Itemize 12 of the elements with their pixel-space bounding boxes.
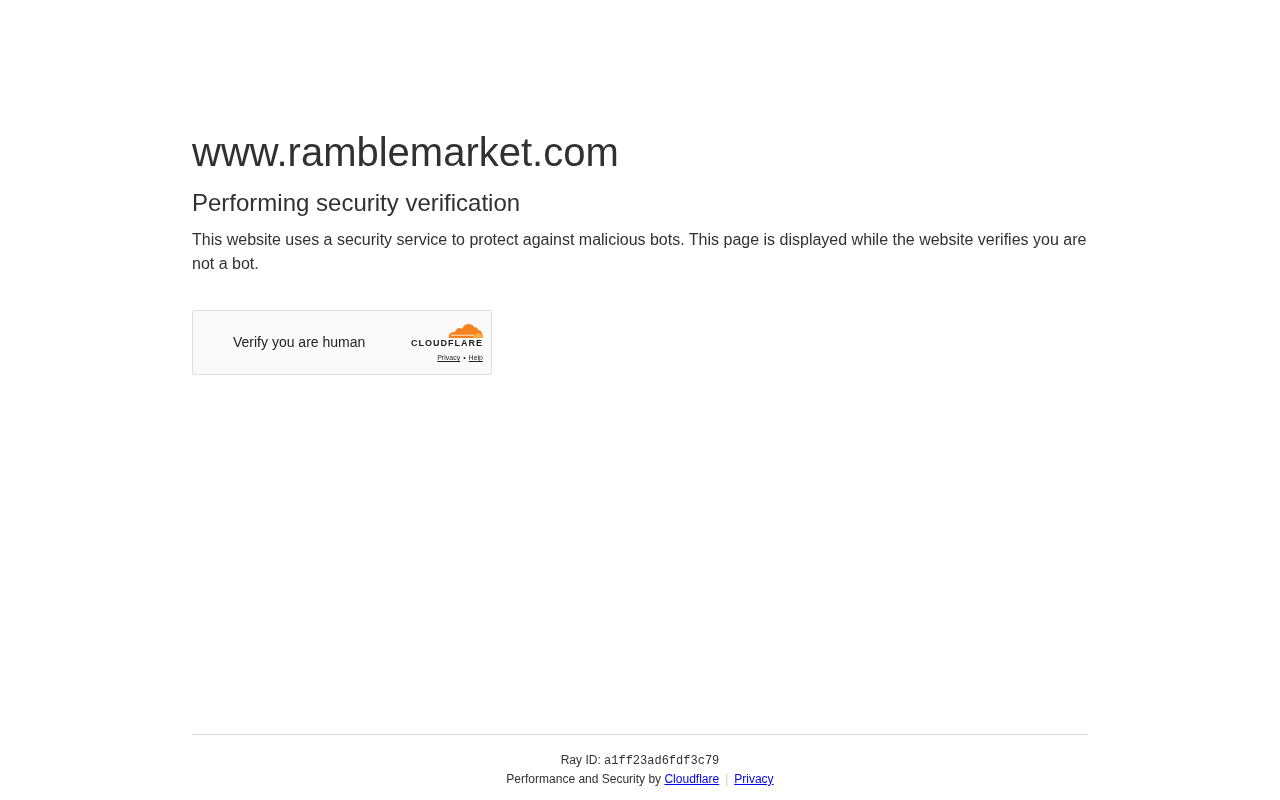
footer-link[interactable]: Privacy — [734, 772, 774, 786]
attribution-text: Performance and Security by — [506, 772, 662, 786]
site-title: www.ramblemarket.com — [192, 129, 620, 176]
footer-link[interactable]: Cloudflare — [664, 772, 720, 786]
footer-separator: | — [725, 772, 729, 786]
description-text: This website uses a security service to protect against malicious bots. This page is displayed while the website verifies you are not a bot. — [192, 230, 1088, 274]
cloud-icon — [447, 322, 483, 338]
ray-id-label: Ray ID: — [560, 753, 601, 767]
page-heading: Performing security verification — [192, 188, 522, 218]
ray-id-value: a1ff23ad6fdf3c79 — [604, 754, 720, 768]
brand-wordmark: CLOUDFLARE — [411, 338, 483, 349]
verify-label: Verify you are human — [233, 333, 366, 352]
